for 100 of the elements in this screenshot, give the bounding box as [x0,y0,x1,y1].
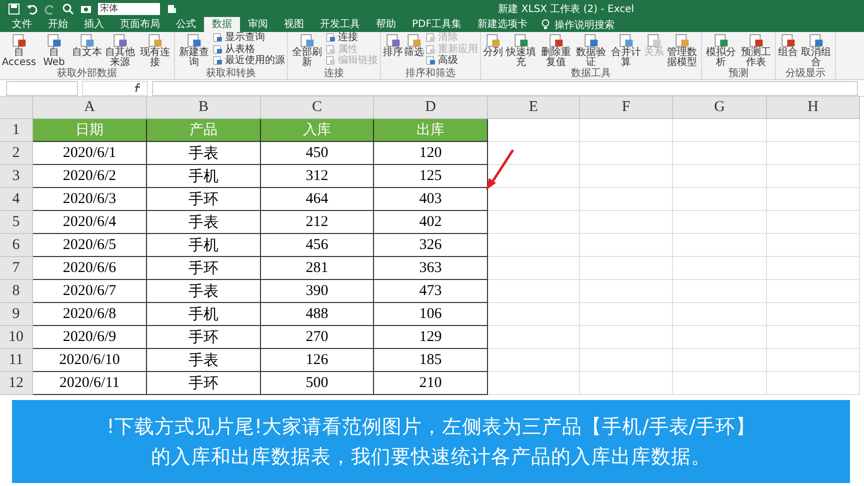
ribbon-tab[interactable]: 审阅 [240,17,276,32]
ribbon-tab[interactable]: 数据 [204,17,240,32]
ribbon-button[interactable]: 组合 [778,32,798,58]
row-header[interactable]: 2 [0,142,33,165]
ribbon-button[interactable]: 自 Access [2,32,36,68]
arrow [483,148,517,192]
table-cell: 入库 [261,119,374,142]
ribbon-tab[interactable]: 开发工具 [312,17,368,32]
font-box[interactable]: 宋体 [98,2,160,14]
ribbon-button[interactable]: 预测工作表 [739,32,773,68]
table-cell: 2020/6/4 [33,211,147,234]
ribbon-button[interactable]: 合并计算 [609,32,643,68]
row-header[interactable]: 6 [0,234,33,257]
ribbon-button[interactable]: 取消组合 [799,32,833,68]
row-header[interactable]: 1 [0,119,33,142]
row-header[interactable]: 3 [0,165,33,188]
row-header[interactable]: 12 [0,372,33,395]
group-label: 排序和筛选 [404,68,456,79]
ribbon-tab[interactable]: 视图 [276,17,312,32]
ribbon-button[interactable]: 自文本 [72,32,102,58]
row-header[interactable]: 5 [0,211,33,234]
table-cell: 手表 [147,142,261,165]
row-header[interactable]: 7 [0,257,33,280]
table-icon [325,44,336,55]
table-cell: 403 [374,188,488,211]
table-cell: 106 [374,303,488,326]
table-cell: 402 [374,211,488,234]
table-cell: 出库 [374,119,488,142]
table-cell: 450 [261,142,374,165]
table-icon [425,55,436,66]
ribbon-tab[interactable]: 文件 [4,17,40,32]
ribbon-tab[interactable]: PDF工具集 [404,17,470,32]
table-cell: 270 [261,326,374,349]
table-cell: 2020/6/7 [33,280,147,303]
ribbon-button[interactable]: 删除重复值 [539,32,573,68]
ribbon-button[interactable]: 排序 [383,32,403,58]
table-cell: 129 [374,326,488,349]
ribbon-button[interactable]: 自 Web [37,32,71,68]
table-cell: 456 [261,234,374,257]
table-cell: 手机 [147,234,261,257]
ribbon-button[interactable]: 现有连接 [138,32,172,68]
table-cell: 手机 [147,165,261,188]
ribbon-button[interactable]: 分列 [483,32,503,58]
table-cell: 手表 [147,349,261,372]
column-header[interactable]: H [767,97,860,119]
row-header[interactable]: 8 [0,280,33,303]
ribbon-button[interactable]: 全部刷新 [290,32,324,68]
column-header[interactable]: C [261,97,374,119]
ribbon-button[interactable]: 快速填充 [504,32,538,68]
table-cell: 464 [261,188,374,211]
ribbon-button[interactable]: 高级 [425,55,478,66]
row-header[interactable]: 11 [0,349,33,372]
column-header[interactable]: A [33,97,147,119]
ribbon-button[interactable]: 连接 [325,32,378,44]
table-cell: 2020/6/2 [33,165,147,188]
row-header[interactable]: 9 [0,303,33,326]
column-header[interactable]: F [580,97,673,119]
table-cell: 488 [261,303,374,326]
ribbon-tab[interactable]: 公式 [168,17,204,32]
ribbon-button[interactable]: 数据验证 [574,32,608,68]
row-header[interactable]: 4 [0,188,33,211]
ribbon-tab[interactable]: 帮助 [368,17,404,32]
group-label: 预测 [728,68,750,79]
undo-icon[interactable] [26,2,38,14]
table-cell: 363 [374,257,488,280]
group-label: 连接 [323,68,345,79]
formula-input[interactable] [152,80,858,96]
table-cell: 312 [261,165,374,188]
column-header[interactable]: D [374,97,488,119]
function-icon[interactable] [133,83,143,93]
table-cell: 2020/6/8 [33,303,147,326]
column-header[interactable]: E [488,97,580,119]
ribbon-tab[interactable]: 开始 [40,17,76,32]
table-cell: 212 [261,211,374,234]
table-cell: 手环 [147,257,261,280]
table-cell: 手表 [147,280,261,303]
ribbon-tab[interactable]: 页面布局 [112,17,168,32]
table-cell: 2020/6/6 [33,257,147,280]
row-header[interactable]: 10 [0,326,33,349]
ribbon-button[interactable]: 新建查询 [177,32,211,68]
tell-me-search[interactable]: 操作说明搜索 [554,18,614,32]
ribbon-tab[interactable]: 插入 [76,17,112,32]
table-icon [325,55,336,66]
ribbon-tab[interactable]: 新建选项卡 [469,17,536,32]
ribbon-button[interactable]: 管理数据模型 [665,32,699,68]
save-icon[interactable] [8,2,20,14]
ribbon-button[interactable]: 筛选 [404,32,424,58]
magnifier-icon[interactable] [62,2,74,14]
ribbon-button[interactable]: 自其他来源 [103,32,137,68]
group-label: 获取和转换 [205,68,257,79]
ribbon-button[interactable]: 模拟分析 [704,32,738,68]
ribbon-button[interactable]: 显示查询 [212,32,285,44]
column-header[interactable]: G [673,97,767,119]
table-cell: 2020/6/10 [33,349,147,372]
group-label: 获取外部数据 [56,68,118,79]
column-header[interactable]: B [147,97,261,119]
redo-icon[interactable] [44,2,56,14]
table-cell: 产品 [147,119,261,142]
ribbon-button[interactable]: 从表格 [212,44,285,55]
ribbon-button[interactable]: 最近使用的源 [212,55,285,66]
